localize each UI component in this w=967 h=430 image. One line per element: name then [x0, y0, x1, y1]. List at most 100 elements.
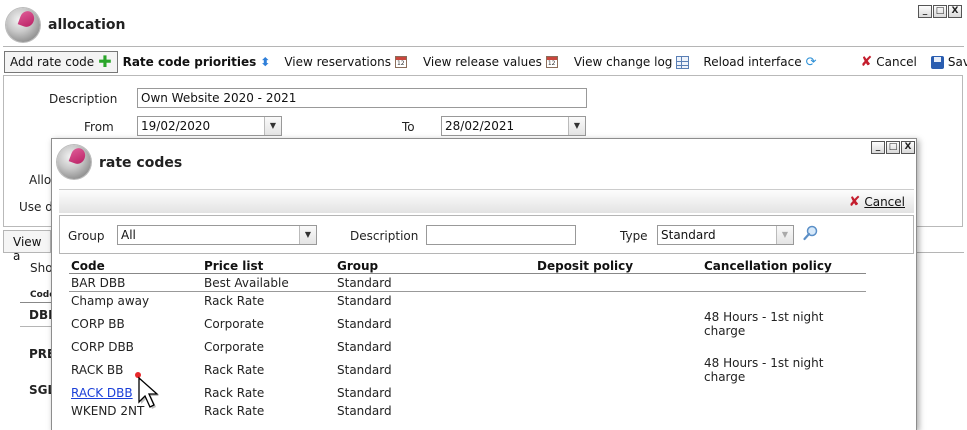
add-rate-code-button[interactable]: Add rate code ✚	[4, 51, 118, 73]
cell-price-list: Rack Rate	[204, 362, 265, 377]
chevron-down-icon[interactable]: ▼	[264, 117, 281, 135]
to-label: To	[402, 120, 415, 134]
main-toolbar: Add rate code ✚ Rate code priorities ⬍ V…	[4, 51, 967, 73]
maximize-button[interactable]: □	[933, 5, 947, 18]
chevron-down-icon[interactable]: ▼	[299, 226, 316, 244]
close-button[interactable]: X	[948, 5, 962, 18]
cell-deposit-policy	[535, 273, 702, 292]
cell-cancellation-policy	[702, 384, 866, 402]
window-controls: _ □ X	[918, 5, 962, 18]
calendar-icon	[394, 56, 407, 68]
cancel-x-icon: ✘	[860, 54, 873, 70]
window-title: allocation	[48, 17, 126, 33]
reload-interface-button[interactable]: Reload interface ⟳	[698, 51, 821, 73]
cell-price-list: Corporate	[204, 316, 264, 331]
from-date-picker[interactable]: 19/02/2020 ▼	[137, 116, 282, 136]
minimize-button[interactable]: _	[871, 141, 885, 154]
cell-group: Standard	[337, 293, 392, 308]
view-change-log-label: View change log	[573, 55, 673, 69]
description-filter-input[interactable]	[426, 225, 576, 245]
group-filter-select[interactable]: All ▼	[117, 225, 317, 245]
cell-cancellation-policy	[702, 292, 866, 310]
chevron-down-icon[interactable]: ▼	[776, 226, 793, 244]
divider	[3, 46, 964, 47]
description-label: Description	[49, 92, 118, 106]
cell-cancellation-policy	[702, 402, 866, 420]
cell-price-list: Rack Rate	[204, 385, 265, 400]
maximize-button[interactable]: □	[886, 141, 900, 154]
close-button[interactable]: X	[901, 141, 915, 154]
table-row-hovered[interactable]: RACK DBB Rack Rate Standard	[69, 384, 866, 402]
cell-cancellation-policy: 48 Hours - 1st night charge	[704, 309, 824, 338]
dialog-cancel-button[interactable]: ✘ Cancel	[844, 191, 910, 213]
cell-code[interactable]: Champ away	[69, 292, 202, 310]
cell-price-list: Best Available	[202, 273, 335, 292]
add-rate-code-label: Add rate code	[10, 55, 95, 69]
cancel-x-icon: ✘	[848, 194, 861, 210]
group-filter-value: All	[121, 228, 136, 242]
app-logo-icon	[57, 145, 91, 179]
cell-deposit-policy	[535, 402, 702, 420]
cell-deposit-policy	[535, 310, 702, 338]
table-header-row: Code Price list Group Deposit policy Can…	[69, 259, 866, 274]
rate-code-link[interactable]: RACK DBB	[71, 386, 133, 400]
column-header-deposit-policy[interactable]: Deposit policy	[535, 259, 702, 274]
table-row[interactable]: CORP DBB Corporate Standard	[69, 338, 866, 356]
app-logo-icon	[6, 8, 40, 42]
to-date-picker[interactable]: 28/02/2021 ▼	[441, 116, 586, 136]
column-header-price-list[interactable]: Price list	[202, 259, 335, 274]
view-release-values-label: View release values	[422, 55, 542, 69]
table-row[interactable]: RACK BB Rack Rate Standard 48 Hours - 1s…	[69, 356, 866, 384]
view-release-values-button[interactable]: View release values	[418, 51, 563, 73]
column-header-code[interactable]: Code	[69, 259, 202, 274]
cell-deposit-policy	[535, 292, 702, 310]
description-field[interactable]: Own Website 2020 - 2021	[137, 88, 587, 108]
rate-code-priorities-label: Rate code priorities	[122, 55, 257, 69]
divider	[20, 326, 51, 327]
cancel-button[interactable]: ✘ Cancel	[856, 51, 922, 73]
description-filter-label: Description	[350, 229, 419, 243]
minimize-button[interactable]: _	[918, 5, 932, 18]
save-disk-icon	[930, 55, 944, 69]
save-button[interactable]: Save	[926, 51, 967, 73]
from-label: From	[84, 120, 114, 134]
column-header-group[interactable]: Group	[335, 259, 535, 274]
type-filter-label: Type	[620, 229, 648, 243]
cell-deposit-policy	[535, 356, 702, 384]
plus-icon: ✚	[98, 52, 112, 71]
view-change-log-button[interactable]: View change log	[569, 51, 695, 73]
table-row[interactable]: WKEND 2NT Rack Rate Standard	[69, 402, 866, 420]
column-header-cancellation-policy[interactable]: Cancellation policy	[702, 259, 866, 274]
cell-cancellation-policy: 48 Hours - 1st night charge	[704, 355, 824, 384]
tab-view[interactable]: View a	[3, 230, 51, 263]
dialog-title: rate codes	[99, 155, 183, 171]
from-date-value: 19/02/2020	[141, 119, 211, 133]
type-filter-select[interactable]: Standard ▼	[657, 225, 794, 245]
cell-code[interactable]: CORP DBB	[69, 338, 202, 356]
table-row[interactable]: Champ away Rack Rate Standard	[69, 292, 866, 310]
allocation-label-partial: Allo	[29, 173, 52, 187]
tab-view-label: View a	[13, 235, 42, 263]
table-row[interactable]: CORP BB Corporate Standard 48 Hours - 1s…	[69, 310, 866, 338]
cell-price-list: Rack Rate	[204, 403, 265, 418]
show-label-partial: Sho	[30, 261, 53, 275]
rate-code-priorities-button[interactable]: Rate code priorities ⬍	[118, 51, 276, 73]
cell-group: Standard	[337, 403, 392, 418]
view-reservations-button[interactable]: View reservations	[279, 51, 412, 73]
cell-cancellation-policy	[702, 273, 866, 292]
group-filter-label: Group	[68, 229, 105, 243]
cell-code[interactable]: CORP BB	[69, 310, 202, 338]
cell-code[interactable]: BAR DBB	[69, 273, 202, 292]
table-row[interactable]: BAR DBB Best Available Standard	[69, 273, 866, 292]
to-date-value: 28/02/2021	[445, 119, 515, 133]
cell-group: Standard	[337, 362, 392, 377]
search-magnifier-icon[interactable]	[802, 224, 820, 242]
chevron-down-icon[interactable]: ▼	[568, 117, 585, 135]
reload-interface-label: Reload interface	[703, 55, 802, 69]
cell-cancellation-policy	[702, 338, 866, 356]
calendar-icon	[545, 56, 558, 68]
cell-group: Standard	[337, 385, 392, 400]
cell-group: Standard	[337, 339, 392, 354]
dialog-toolbar: ✘ Cancel	[59, 189, 914, 213]
mouse-cursor-icon	[134, 372, 164, 412]
